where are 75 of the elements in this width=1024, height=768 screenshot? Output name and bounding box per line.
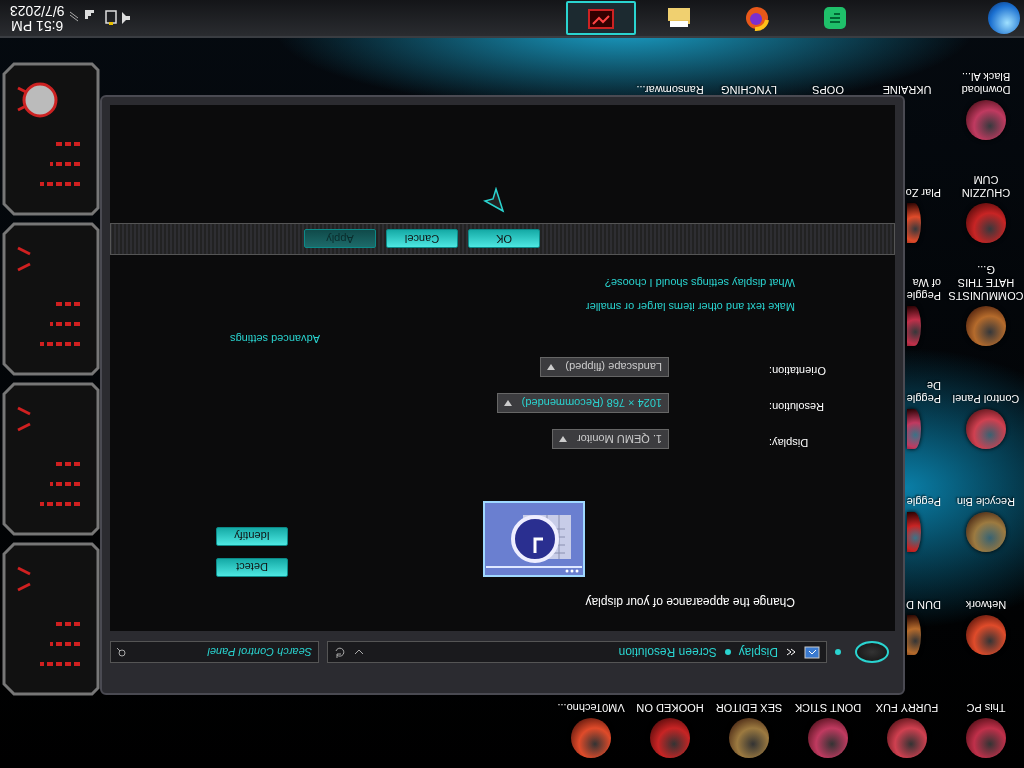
monitor-illustration-icon [483, 501, 585, 577]
icon-label[interactable]: Network [965, 598, 1007, 611]
desktop-icon[interactable] [966, 306, 1006, 346]
icon-label[interactable]: SEX EDITOR [715, 701, 783, 714]
icon-label[interactable]: LYNCHING [721, 83, 777, 96]
breadcrumb-link[interactable]: Display [738, 645, 778, 659]
mouse-cursor-icon [483, 187, 505, 213]
clock-time[interactable]: 6:51 PM [11, 18, 64, 33]
icon-label[interactable]: Peggle of Wa [905, 276, 941, 302]
desktop-icon[interactable] [907, 409, 921, 449]
icon-label[interactable]: Plar Zo [905, 186, 941, 199]
monitor-icon [804, 645, 820, 659]
field-label: Resolution: [769, 400, 826, 413]
caret-icon [503, 400, 512, 406]
page-heading: Change the appearance of your display [584, 595, 795, 609]
caret-icon [547, 364, 556, 370]
dialog-button[interactable]: OK [468, 229, 540, 249]
dropdown-field[interactable]: 1. QEMU Monitor [552, 429, 669, 449]
side-button[interactable]: Identify [216, 527, 288, 546]
notes-icon [821, 4, 849, 32]
icon-label[interactable]: VM0Techno... [557, 701, 625, 714]
icon-label[interactable]: Recycle Bin [956, 495, 1016, 508]
caret-icon [559, 436, 568, 442]
icon-label[interactable]: HOOKED ON [636, 701, 704, 714]
desktop-icon[interactable] [966, 615, 1006, 655]
icon-label[interactable]: Ransomwar... [636, 83, 704, 96]
dropdown-field[interactable]: 1024 × 768 (Recommended) [496, 393, 669, 413]
refresh-icon[interactable] [334, 646, 346, 658]
desktop-icon[interactable] [907, 615, 921, 655]
icon-label[interactable]: DONT STICK [794, 701, 862, 714]
dropdown-field[interactable]: Landscape (flipped) [540, 357, 669, 377]
desktop-icon[interactable] [966, 718, 1006, 758]
icon-label[interactable]: COMMUNISTS HATE THIS G... [948, 263, 1024, 302]
icon-label[interactable]: FURRY FUX [875, 701, 939, 714]
separator-dot-icon [724, 649, 731, 655]
desktop-icon[interactable] [808, 718, 848, 758]
icon-label[interactable]: OOPS [812, 83, 844, 96]
breadcrumb-link[interactable]: Screen Resolution [618, 645, 717, 659]
icon-label[interactable]: Peggle [905, 495, 941, 508]
back-chevron-icon[interactable] [786, 647, 796, 657]
desktop-icon[interactable] [966, 203, 1006, 243]
dialog-button[interactable]: Cancel [386, 229, 458, 249]
icon-label[interactable]: DUN D [905, 598, 941, 611]
icon-label[interactable]: Peggle De [905, 379, 941, 405]
desktop-icon[interactable] [907, 512, 921, 552]
icon-label[interactable]: UKRAINE [882, 83, 932, 96]
desktop-icon[interactable] [966, 512, 1006, 552]
field-label: Orientation: [769, 364, 827, 377]
desktop-icon[interactable] [966, 100, 1006, 140]
side-button[interactable]: Detect [216, 558, 288, 577]
start-button[interactable] [988, 2, 1020, 34]
desktop-icon[interactable] [966, 409, 1006, 449]
icon-label[interactable]: Control Panel [952, 392, 1020, 405]
icon-label[interactable]: This PC [966, 701, 1006, 714]
taskbar-button[interactable] [566, 1, 636, 35]
address-bar[interactable]: Display Screen Resolution [327, 641, 827, 663]
field-label: Display: [769, 436, 810, 449]
window-orb-icon [855, 641, 889, 663]
desktop-icon[interactable] [907, 306, 921, 346]
browser-icon [743, 4, 771, 32]
dropdown-caret-icon[interactable] [354, 648, 364, 656]
clock-date[interactable]: 9/7/2023 [10, 3, 65, 18]
desktop-icon[interactable] [571, 718, 611, 758]
search-field[interactable]: Search Control Panel [110, 641, 319, 663]
advanced-settings-link[interactable]: Advanced settings [230, 333, 320, 345]
status-dot-icon [835, 649, 841, 655]
desktop-icon[interactable] [729, 718, 769, 758]
help-link[interactable]: What display settings should I choose? [604, 277, 795, 289]
desktop-icon[interactable] [650, 718, 690, 758]
icon-label[interactable]: CHUZZIN CUM [948, 173, 1024, 199]
search-icon[interactable] [116, 647, 126, 657]
desktop-icon[interactable] [887, 718, 927, 758]
icon-label[interactable]: Download Black Al... [948, 70, 1024, 96]
help-link[interactable]: Make text and other items larger or smaller [585, 301, 795, 313]
desktop-icon[interactable] [907, 203, 921, 243]
